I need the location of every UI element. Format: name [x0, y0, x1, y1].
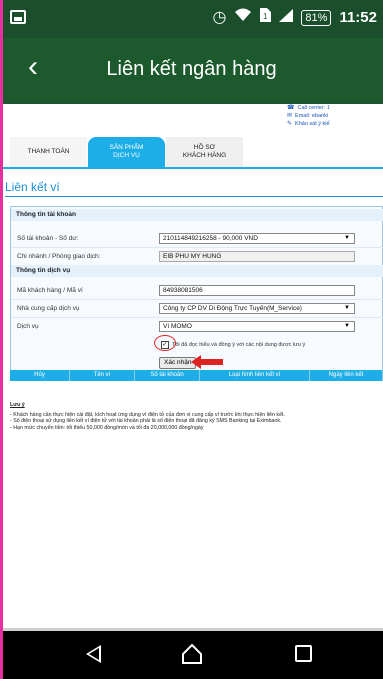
email-link[interactable]: ✉ Email: ebanki — [287, 112, 383, 120]
dropdown-arrow-icon: ▼ — [344, 323, 350, 329]
col-account-number: Số tài khoản — [135, 370, 200, 381]
svg-text:1: 1 — [263, 12, 268, 21]
alarm-icon: ◷ — [212, 8, 227, 26]
branch-value: EIB PHU MY HUNG — [163, 253, 222, 260]
customer-id-value: 84938081506 — [163, 287, 203, 294]
nav-home-icon[interactable] — [181, 643, 203, 665]
gallery-icon — [10, 10, 26, 24]
service-label: Dịch vụ — [17, 323, 39, 330]
red-arrow-icon — [191, 355, 223, 369]
sim-icon: 1 — [260, 8, 272, 27]
status-icons: ◷ 1 81% 11:52 — [212, 8, 377, 27]
email-label: Email: ebanki — [295, 113, 329, 119]
navigation-bar — [0, 631, 383, 679]
wifi-icon — [234, 8, 252, 27]
web-content: ☎ Call center: 1 ✉ Email: ebanki ✎ Khảo sát… — [0, 104, 383, 628]
agree-checkbox[interactable]: ✓ — [161, 341, 169, 349]
divider — [11, 247, 383, 248]
notes-section: Lưu ý - Khách hàng cần thực hiện cài đặt… — [10, 402, 380, 431]
survey-icon: ✎ — [287, 121, 293, 127]
dropdown-arrow-icon: ▼ — [344, 305, 350, 311]
tab-payment-label: THANH TOÁN — [27, 148, 70, 155]
account-select[interactable]: 210114849216258 - 90,000 VND ▼ — [159, 233, 355, 244]
call-center-link[interactable]: ☎ Call center: 1 — [287, 104, 383, 112]
clock: 11:52 — [339, 9, 377, 26]
provider-select[interactable]: Công ty CP DV Di Động Trực Tuyến(M_Servi… — [159, 303, 355, 314]
signal-icon — [279, 8, 294, 27]
screen: ◷ 1 81% 11:52 ‹ Liên kết ngân hàng ☎ Call… — [0, 0, 383, 679]
account-label: Số tài khoản - Số dư: — [17, 235, 79, 242]
agree-text: Tôi đã đọc hiểu và đồng ý với các nội du… — [172, 342, 306, 348]
call-center-label: Call center: 1 — [297, 105, 330, 111]
notes-title: Lưu ý — [10, 402, 25, 408]
wallet-link-form: Thông tin tài khoản Số tài khoản - Số dư… — [10, 206, 383, 374]
account-info-header: Thông tin tài khoản — [11, 209, 383, 221]
account-value: 210114849216258 - 90,000 VND — [163, 235, 258, 242]
feedback-link[interactable]: ✎ Khảo sát ý kiế — [287, 120, 383, 128]
customer-id-label: Mã khách hàng / Mã ví — [17, 287, 83, 294]
col-wallet-name: Tên ví — [70, 370, 135, 381]
tab-profile-label-2: KHÁCH HÀNG — [182, 152, 227, 159]
app-bar: ‹ Liên kết ngân hàng — [0, 38, 383, 100]
page-title: Liên kết ngân hàng — [106, 58, 277, 80]
col-cancel: Hủy — [10, 370, 70, 381]
main-tabs: THANH TOÁN SẢN PHẨM DỊCH VỤ HỒ SƠ KHÁCH HÀ… — [10, 137, 244, 167]
tab-customer-profile[interactable]: HỒ SƠ KHÁCH HÀNG — [166, 137, 243, 167]
branch-field: EIB PHU MY HUNG — [159, 251, 355, 262]
section-divider — [5, 196, 383, 197]
col-link-date: Ngày liên kết — [310, 370, 383, 381]
nav-recent-apps-icon[interactable] — [295, 645, 312, 662]
linked-wallets-table-header: Hủy Tên ví Số tài khoản Loại hình liên k… — [10, 370, 383, 381]
tab-products-label-1: SẢN PHẨM — [109, 144, 144, 151]
divider — [11, 299, 383, 300]
tab-underline — [0, 167, 383, 169]
service-info-header: Thông tin dịch vụ — [11, 265, 383, 277]
service-select[interactable]: Ví MOMO ▼ — [159, 321, 355, 332]
col-link-type: Loại hình liên kết ví — [200, 370, 310, 381]
agree-row: ✓ Tôi đã đọc hiểu và đồng ý với các nội … — [161, 341, 305, 349]
dropdown-arrow-icon: ▼ — [344, 235, 350, 241]
tab-products-label-2: DỊCH VỤ — [113, 152, 140, 159]
battery-indicator: 81% — [301, 9, 332, 26]
provider-value: Công ty CP DV Di Động Trực Tuyến(M_Servi… — [163, 305, 302, 312]
contact-info: ☎ Call center: 1 ✉ Email: ebanki ✎ Khảo sát… — [287, 104, 383, 128]
nav-back-icon[interactable] — [86, 645, 101, 663]
divider — [11, 317, 383, 318]
note-line: - Hạn mức chuyển tiền: tối thiểu 50,000 … — [10, 424, 204, 431]
tab-products-services[interactable]: SẢN PHẨM DỊCH VỤ — [88, 137, 165, 167]
status-bar: ◷ 1 81% 11:52 — [0, 0, 383, 38]
feedback-label: Khảo sát ý kiế — [295, 121, 330, 127]
provider-label: Nhà cung cấp dịch vụ — [17, 305, 80, 312]
branch-label: Chi nhánh / Phòng giao dịch: — [17, 253, 101, 260]
service-value: Ví MOMO — [163, 323, 192, 330]
screen-edge — [0, 0, 3, 679]
section-title: Liên kết ví — [5, 180, 60, 194]
mail-icon: ✉ — [287, 113, 293, 119]
tab-profile-label-1: HỒ SƠ — [193, 144, 216, 151]
phone-icon: ☎ — [287, 105, 295, 111]
tab-payment[interactable]: THANH TOÁN — [10, 137, 87, 167]
customer-id-input[interactable]: 84938081506 — [159, 285, 355, 296]
